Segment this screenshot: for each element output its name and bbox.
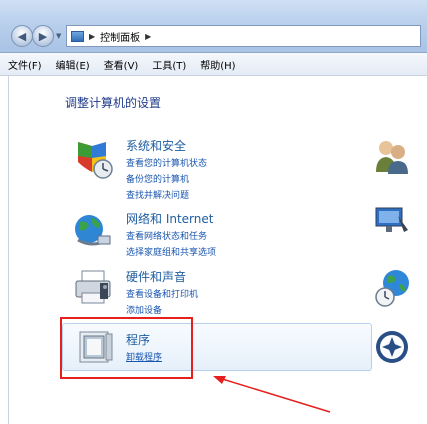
annotation-arrow — [213, 376, 331, 413]
